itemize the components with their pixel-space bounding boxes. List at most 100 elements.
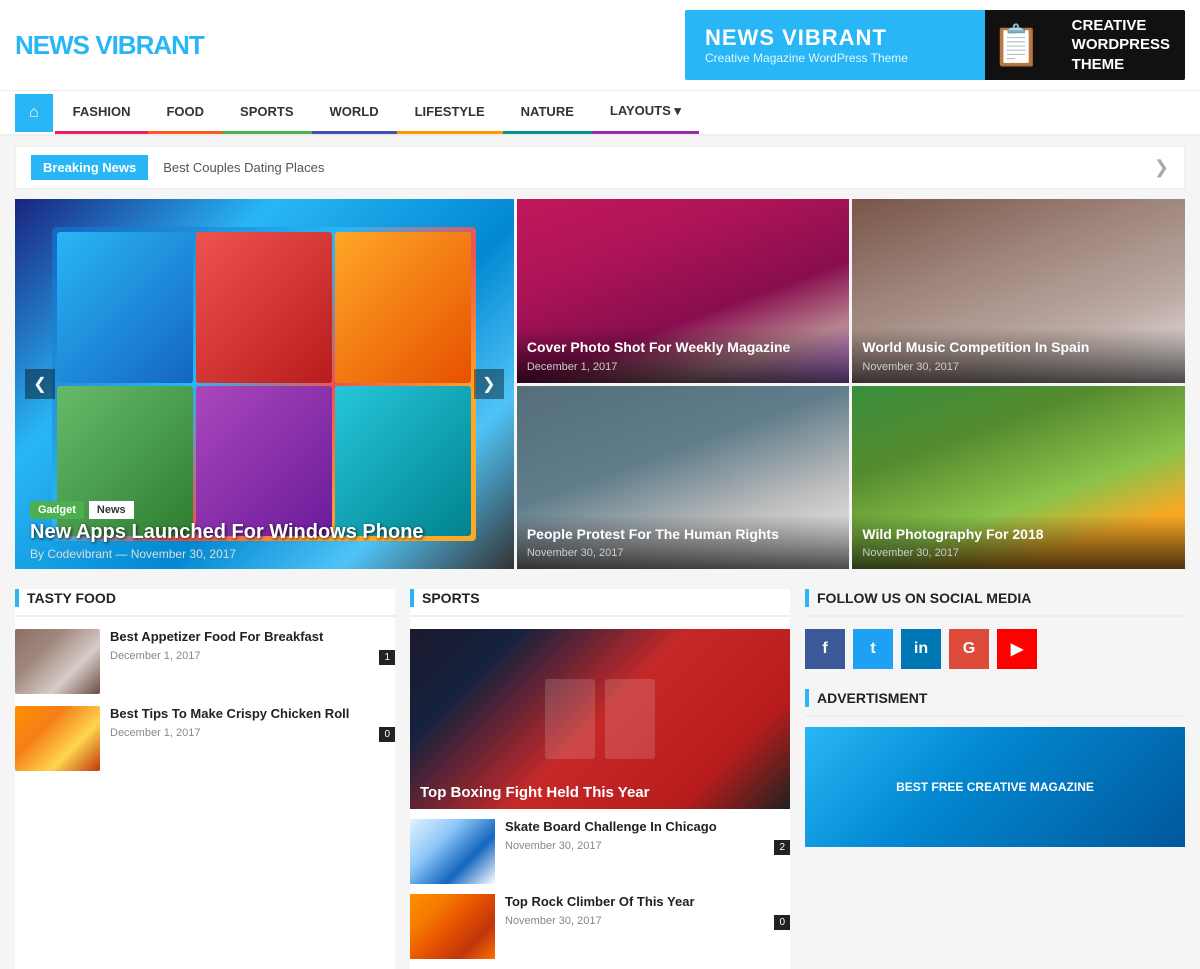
sports-count-0: 2 [774, 840, 790, 855]
nav-item-nature[interactable]: NATURE [503, 92, 592, 134]
nav-item-lifestyle[interactable]: LIFESTYLE [397, 92, 503, 134]
grid-cell-2 [196, 232, 332, 383]
tasty-food-label: TASTY FOOD [27, 590, 116, 606]
grid-cell-3 [335, 232, 471, 383]
sports-big-article[interactable]: Top Boxing Fight Held This Year [410, 629, 790, 809]
grid-cell-6 [335, 386, 471, 537]
food-title-1: Best Tips To Make Crispy Chicken Roll [110, 706, 395, 723]
youtube-button[interactable]: ▶ [997, 629, 1037, 669]
side-article-3-date: November 30, 2017 [862, 547, 1175, 559]
social-title: FOLLOW US ON SOCIAL MEDIA [805, 589, 1185, 617]
side-article-1[interactable]: People Protest For The Human Rights Nove… [517, 386, 850, 570]
hero-grid: ❮ ❯ Gadget News New Apps Launched For Wi… [15, 199, 1185, 569]
breaking-news-tag: Breaking News [31, 155, 148, 180]
breaking-news-arrow[interactable]: ❯ [1154, 157, 1169, 178]
sports-title-1: Top Rock Climber Of This Year [505, 894, 790, 911]
nav-item-fashion[interactable]: FASHION [55, 92, 149, 134]
sports-small-item-0[interactable]: Skate Board Challenge In Chicago Novembe… [410, 819, 790, 884]
social-title-bar [805, 589, 809, 607]
hero-title: New Apps Launched For Windows Phone [30, 521, 499, 544]
nav-item-food[interactable]: FOOD [148, 92, 222, 134]
hero-nav: ❮ ❯ [15, 369, 514, 399]
hero-prev-button[interactable]: ❮ [25, 369, 55, 399]
hero-next-button[interactable]: ❯ [474, 369, 504, 399]
sports-title-0: Skate Board Challenge In Chicago [505, 819, 790, 836]
side-article-3-overlay: Wild Photography For 2018 November 30, 2… [852, 515, 1185, 569]
side-article-3-title: Wild Photography For 2018 [862, 525, 1175, 543]
boxer-2 [605, 679, 655, 759]
grid-cell-5 [196, 386, 332, 537]
social-section: FOLLOW US ON SOCIAL MEDIA f t in G ▶ ADV… [805, 589, 1185, 969]
site-logo[interactable]: NEWS VIBRANT [15, 30, 204, 61]
tasty-food-section: TASTY FOOD Best Appetizer Food For Break… [15, 589, 395, 969]
side-article-0-date: December 1, 2017 [527, 361, 840, 373]
ad-banner-subtitle: Creative Magazine WordPress Theme [705, 51, 957, 65]
section-title-bar [15, 589, 19, 607]
side-article-3[interactable]: Wild Photography For 2018 November 30, 2… [852, 386, 1185, 570]
side-article-1-title: People Protest For The Human Rights [527, 525, 840, 543]
tasty-food-title: TASTY FOOD [15, 589, 395, 617]
food-date-1: December 1, 2017 0 [110, 727, 395, 739]
sports-date-0: November 30, 2017 2 [505, 840, 790, 852]
sports-big-title: Top Boxing Fight Held This Year [420, 784, 780, 801]
nav-item-layouts[interactable]: LAYOUTS ▾ [592, 91, 699, 134]
side-article-2-overlay: World Music Competition In Spain Novembe… [852, 328, 1185, 382]
food-thumb-0 [15, 629, 100, 694]
ad-title-bar [805, 689, 809, 707]
food-title-0: Best Appetizer Food For Breakfast [110, 629, 395, 646]
sports-section: SPORTS Top Boxing Fight Held This Year S… [410, 589, 790, 969]
side-article-0-title: Cover Photo Shot For Weekly Magazine [527, 338, 840, 356]
twitter-button[interactable]: t [853, 629, 893, 669]
side-articles-col2: World Music Competition In Spain Novembe… [852, 199, 1185, 569]
ad-banner-left: NEWS VIBRANT Creative Magazine WordPress… [685, 15, 977, 75]
ad-section-title: ADVERTISMENT [805, 689, 1185, 717]
nav: ⌂ FASHION FOOD SPORTS WORLD LIFESTYLE NA… [0, 91, 1200, 136]
sports-info-0: Skate Board Challenge In Chicago Novembe… [505, 819, 790, 884]
sports-label: SPORTS [422, 590, 480, 606]
hero-main-article[interactable]: ❮ ❯ Gadget News New Apps Launched For Wi… [15, 199, 514, 569]
nav-home-button[interactable]: ⌂ [15, 94, 53, 132]
sports-title: SPORTS [410, 589, 790, 617]
tag-news: News [89, 501, 134, 519]
food-info-1: Best Tips To Make Crispy Chicken Roll De… [110, 706, 395, 771]
hero-tags: Gadget News [30, 501, 134, 519]
food-item-1[interactable]: Best Tips To Make Crispy Chicken Roll De… [15, 706, 395, 771]
food-count-1: 0 [379, 727, 395, 742]
breaking-news-bar: Breaking News Best Couples Dating Places… [15, 146, 1185, 189]
sports-info-1: Top Rock Climber Of This Year November 3… [505, 894, 790, 959]
food-image-0 [15, 629, 100, 694]
header: NEWS VIBRANT NEWS VIBRANT Creative Magaz… [0, 0, 1200, 91]
side-article-0[interactable]: Cover Photo Shot For Weekly Magazine Dec… [517, 199, 850, 383]
logo-text: NEWS [15, 30, 95, 60]
ad-banner-right: CREATIVEWORDPRESSTHEME [1057, 10, 1185, 80]
hero-meta: By Codevibrant — November 30, 2017 [30, 547, 236, 561]
food-thumb-1 [15, 706, 100, 771]
sports-date-1: November 30, 2017 0 [505, 915, 790, 927]
food-item-0[interactable]: Best Appetizer Food For Breakfast Decemb… [15, 629, 395, 694]
ad-placeholder: BEST FREE CREATIVE MAGAZINE [805, 727, 1185, 847]
side-article-2[interactable]: World Music Competition In Spain Novembe… [852, 199, 1185, 383]
food-info-0: Best Appetizer Food For Breakfast Decemb… [110, 629, 395, 694]
sports-small-item-1[interactable]: Top Rock Climber Of This Year November 3… [410, 894, 790, 959]
sports-title-bar [410, 589, 414, 607]
side-article-1-date: November 30, 2017 [527, 547, 840, 559]
ad-section-label: ADVERTISMENT [817, 690, 927, 706]
nav-item-sports[interactable]: SPORTS [222, 92, 311, 134]
google-plus-button[interactable]: G [949, 629, 989, 669]
logo-accent: VIBRANT [95, 30, 204, 60]
ad-banner: NEWS VIBRANT Creative Magazine WordPress… [685, 10, 1185, 80]
nav-item-world[interactable]: WORLD [312, 92, 397, 134]
facebook-button[interactable]: f [805, 629, 845, 669]
linkedin-button[interactable]: in [901, 629, 941, 669]
boxer-1 [545, 679, 595, 759]
side-article-1-overlay: People Protest For The Human Rights Nove… [517, 515, 850, 569]
side-article-2-title: World Music Competition In Spain [862, 338, 1175, 356]
social-icons: f t in G ▶ [805, 629, 1185, 669]
main-content: ❮ ❯ Gadget News New Apps Launched For Wi… [0, 199, 1200, 969]
food-date-0: December 1, 2017 1 [110, 650, 395, 662]
sports-thumb-0 [410, 819, 495, 884]
sports-count-1: 0 [774, 915, 790, 930]
food-count-0: 1 [379, 650, 395, 665]
sections-row: TASTY FOOD Best Appetizer Food For Break… [15, 589, 1185, 969]
side-article-2-date: November 30, 2017 [862, 361, 1175, 373]
